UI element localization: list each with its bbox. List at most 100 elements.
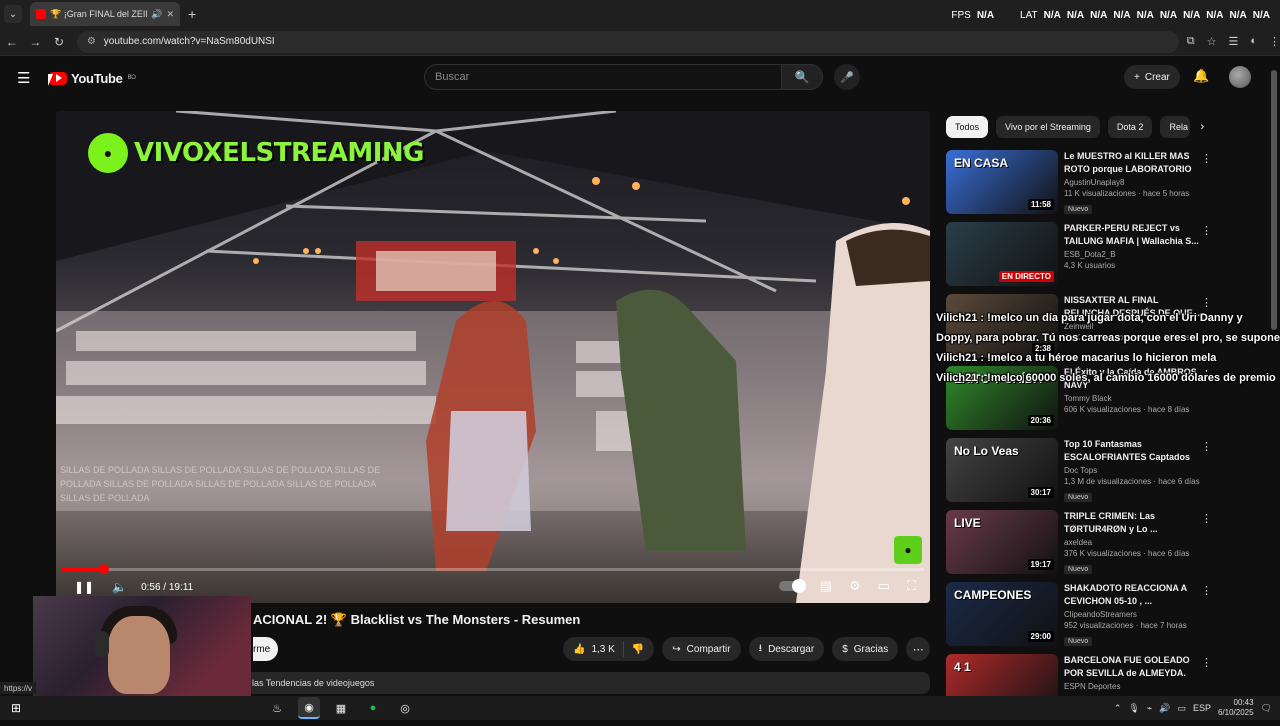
chip-vivo-por-el-streaming[interactable]: Vivo por el Streaming: [996, 116, 1100, 138]
youtube-logo[interactable]: YouTube BO: [49, 71, 136, 86]
recommendation-title[interactable]: BARCELONA FUE GOLEADO POR SEVILLA de ALM…: [1064, 654, 1204, 680]
dislike-button[interactable]: 👎: [624, 644, 654, 655]
recommendation-channel[interactable]: ClipeandoStreamers: [1064, 610, 1204, 619]
pause-icon[interactable]: ❚❚: [74, 580, 94, 594]
recommendation-item[interactable]: No Lo Veas 30:17 Top 10 Fantasmas ESCALO…: [946, 438, 1220, 510]
theater-mode-icon[interactable]: ▭: [878, 578, 890, 594]
network-icon[interactable]: ⌁: [1147, 703, 1152, 714]
recommendation-item[interactable]: CAMPEONES 29:00 SHAKADOTO REACCIONA A CE…: [946, 582, 1220, 654]
spotify-icon[interactable]: ●: [362, 697, 384, 719]
lat-value: N/A: [1066, 10, 1085, 21]
chip-dota-2[interactable]: Dota 2: [1107, 116, 1153, 138]
video-thumbnail[interactable]: No Lo Veas 30:17: [946, 438, 1058, 502]
recommendation-title[interactable]: PARKER-PERU REJECT vs TAILUNG MAFIA | Wa…: [1064, 222, 1204, 248]
menu-icon[interactable]: ☰: [17, 69, 33, 87]
notifications-bell-icon[interactable]: 🔔: [1193, 68, 1209, 84]
chrome-icon[interactable]: ◉: [298, 697, 320, 719]
settings-gear-icon[interactable]: ⚙: [849, 578, 861, 594]
video-thumbnail[interactable]: EN DIRECTO: [946, 222, 1058, 286]
recommendation-title[interactable]: Top 10 Fantasmas ESCALOFRIANTES Captados…: [1064, 438, 1204, 464]
extensions-icon[interactable]: ☰: [1228, 35, 1238, 48]
video-thumbnail[interactable]: EN CASA 11:58: [946, 150, 1058, 214]
description-snippet: las Tendencias de videojuegos: [252, 678, 375, 688]
performance-overlay: FPS N/A LAT N/A N/A N/A N/A N/A N/A N/A …: [951, 10, 1270, 21]
time-display: 0:56 / 19:11: [141, 581, 194, 593]
download-icon: ⭳: [758, 642, 763, 654]
search-button[interactable]: 🔍: [781, 64, 823, 90]
recommendation-item[interactable]: EN CASA 11:58 Le MUESTRO al KILLER MAS R…: [946, 150, 1220, 222]
notifications-icon[interactable]: 🗨: [1261, 703, 1272, 714]
recommendation-channel[interactable]: ESB_Dota2_B: [1064, 250, 1204, 259]
recommendation-item[interactable]: EN DIRECTO PARKER-PERU REJECT vs TAILUNG…: [946, 222, 1220, 294]
recommendation-channel[interactable]: axeldea: [1064, 538, 1204, 547]
channel-badge-icon[interactable]: ●: [894, 536, 922, 564]
microphone-tray-icon[interactable]: 🎙: [1128, 703, 1139, 714]
battery-icon[interactable]: ▭: [1177, 703, 1186, 714]
autoplay-toggle[interactable]: [778, 579, 806, 593]
search-input[interactable]: Buscar: [424, 64, 782, 90]
scrollbar-thumb[interactable]: [1271, 70, 1277, 330]
like-button[interactable]: 👍 1,3 K: [563, 641, 624, 657]
duration-badge: 19:17: [1027, 559, 1054, 570]
more-actions-icon[interactable]: ⋯: [906, 637, 931, 661]
new-tab-button[interactable]: +: [188, 6, 196, 22]
like-dislike-group: 👍 1,3 K 👎: [563, 637, 655, 661]
chip-todos[interactable]: Todos: [946, 116, 989, 138]
recommendation-title[interactable]: Le MUESTRO al KILLER MAS ROTO porque LAB…: [1064, 150, 1204, 176]
chip-related[interactable]: Rela: [1160, 116, 1191, 138]
voice-search-button[interactable]: 🎤: [834, 64, 860, 90]
bookmark-star-icon[interactable]: ☆: [1207, 35, 1217, 48]
language-indicator[interactable]: ESP: [1193, 703, 1211, 713]
lat-value: N/A: [1043, 10, 1061, 21]
browser-tab-active[interactable]: 🏆 ¡Gran FINAL del ZEIN... 🔊 ✕: [30, 2, 180, 26]
volume-icon[interactable]: 🔈: [112, 580, 127, 594]
page-scrollbar[interactable]: [1271, 66, 1277, 686]
more-options-icon[interactable]: ⋮: [1201, 152, 1212, 165]
back-icon[interactable]: ←: [0, 35, 24, 49]
more-options-icon[interactable]: ⋮: [1201, 656, 1212, 669]
more-options-icon[interactable]: ⋮: [1201, 224, 1212, 237]
reload-icon[interactable]: ↻: [47, 35, 71, 49]
subtitles-icon[interactable]: ▤: [820, 578, 832, 594]
cast-icon[interactable]: ⧉: [1187, 35, 1195, 48]
recommendation-item[interactable]: LIVE 19:17 TRIPLE CRIMEN: Las TØRTUR4RØN…: [946, 510, 1220, 582]
browser-menu-icon[interactable]: ⋮: [1269, 35, 1280, 48]
tab-list-button[interactable]: ⌄: [4, 5, 22, 23]
more-options-icon[interactable]: ⋮: [1201, 440, 1212, 453]
obs-icon[interactable]: ◎: [394, 697, 416, 719]
recommendation-channel[interactable]: Doc Tops: [1064, 466, 1204, 475]
calculator-app-icon[interactable]: ▦: [330, 697, 352, 719]
volume-tray-icon[interactable]: 🔊: [1159, 703, 1170, 714]
more-options-icon[interactable]: ⋮: [1201, 584, 1212, 597]
more-options-icon[interactable]: ⋮: [1201, 512, 1212, 525]
chevron-right-icon[interactable]: ›: [1200, 121, 1204, 133]
thanks-button[interactable]: $ Gracias: [832, 637, 899, 661]
progress-fill: [62, 568, 105, 571]
forward-icon[interactable]: →: [24, 35, 48, 49]
download-button[interactable]: ⭳ Descargar: [748, 637, 825, 661]
tray-overflow-icon[interactable]: ⌃: [1114, 703, 1122, 714]
address-bar[interactable]: ⚙ youtube.com/watch?v=NaSm80dUNSI: [76, 30, 1179, 53]
video-player[interactable]: ● VIVOXELSTREAMING SILLAS DE POLLADA SIL…: [56, 111, 930, 603]
mute-tab-icon[interactable]: 🔊: [151, 9, 162, 20]
steam-icon[interactable]: ♨: [266, 697, 288, 719]
recommendation-title[interactable]: TRIPLE CRIMEN: Las TØRTUR4RØN y Lo ...: [1064, 510, 1204, 536]
share-button[interactable]: ↪ Compartir: [662, 637, 741, 661]
video-thumbnail[interactable]: CAMPEONES 29:00: [946, 582, 1058, 646]
recommendation-title[interactable]: SHAKADOTO REACCIONA A CEVICHON 05-10 , .…: [1064, 582, 1204, 608]
clock[interactable]: 00:43 6/10/2025: [1218, 698, 1254, 718]
site-info-icon[interactable]: ⚙: [87, 36, 96, 47]
subscribe-button[interactable]: rme: [253, 637, 279, 661]
create-button[interactable]: + Crear: [1124, 65, 1180, 89]
progress-bar[interactable]: [62, 564, 924, 574]
windows-start-icon[interactable]: ⊞: [0, 696, 32, 720]
close-tab-icon[interactable]: ✕: [166, 9, 174, 20]
recommendation-channel[interactable]: Tommy Black: [1064, 394, 1204, 403]
fullscreen-icon[interactable]: ⛶: [907, 578, 916, 594]
recommendation-channel[interactable]: ESPN Deportes: [1064, 682, 1204, 691]
video-thumbnail[interactable]: LIVE 19:17: [946, 510, 1058, 574]
watermark-logo-icon: ●: [88, 133, 128, 173]
profile-icon[interactable]: ◐: [1250, 35, 1257, 48]
account-avatar[interactable]: [1229, 66, 1251, 88]
recommendation-channel[interactable]: AgustinUnaplay8: [1064, 178, 1204, 187]
